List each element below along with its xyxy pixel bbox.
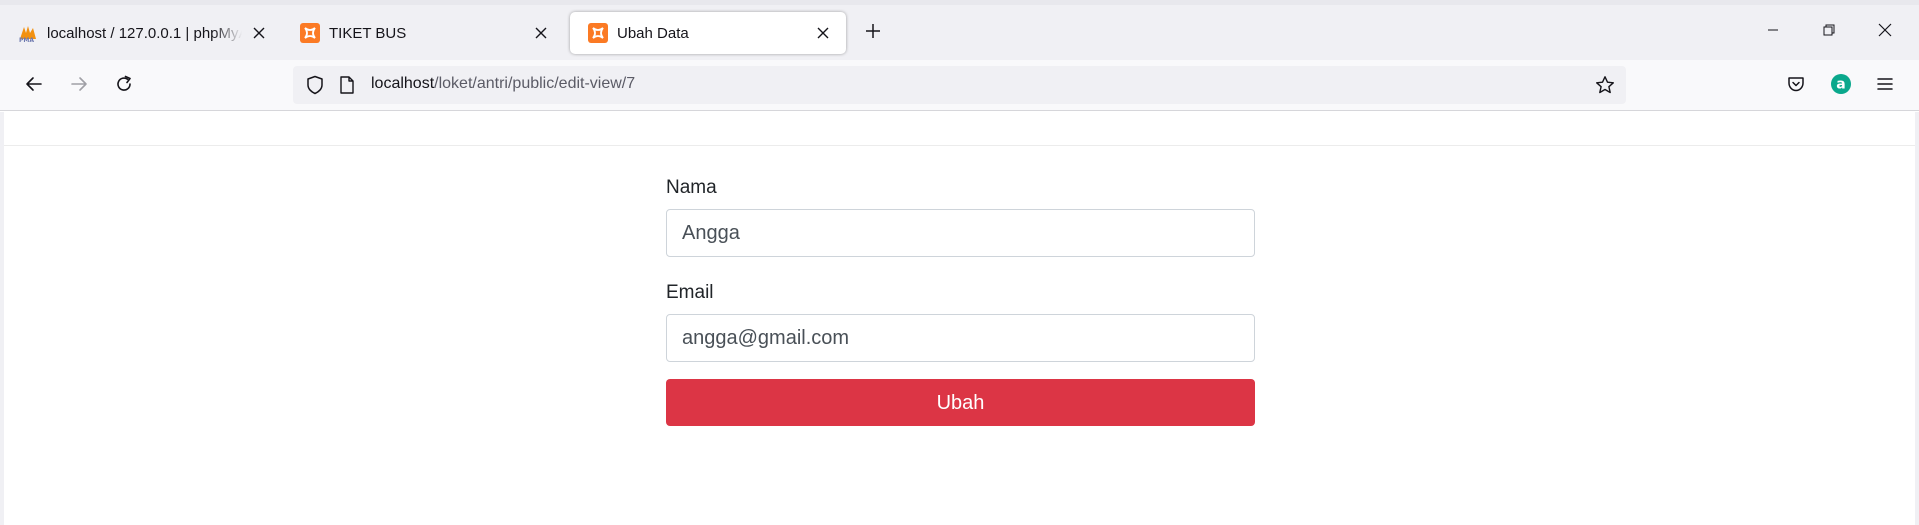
url-text[interactable]: localhost/loket/antri/public/edit-view/7 <box>371 75 635 93</box>
navigation-toolbar: localhost/loket/antri/public/edit-view/7… <box>0 60 1919 111</box>
pocket-button[interactable] <box>1780 70 1812 102</box>
reload-button[interactable] <box>108 70 140 102</box>
reload-icon <box>115 75 133 98</box>
phpmyadmin-icon: PMA <box>18 23 38 43</box>
restore-button[interactable] <box>1806 14 1852 50</box>
forward-button[interactable] <box>63 70 95 102</box>
window-border-right <box>1915 112 1919 525</box>
tab-strip-border <box>0 0 1919 5</box>
menu-button[interactable] <box>1869 70 1901 102</box>
tab-title: Ubah Data <box>617 24 689 42</box>
page-icon[interactable] <box>337 75 357 95</box>
nama-input[interactable] <box>666 209 1255 257</box>
hamburger-menu-icon <box>1876 76 1894 97</box>
close-window-button[interactable] <box>1862 14 1908 50</box>
minimize-button[interactable] <box>1750 14 1796 50</box>
close-icon[interactable] <box>530 22 552 44</box>
plus-icon <box>865 23 881 44</box>
extension-a-icon: a <box>1830 73 1852 100</box>
restore-icon <box>1823 23 1835 41</box>
svg-text:PMA: PMA <box>19 37 34 43</box>
url-host: localhost <box>371 75 435 92</box>
tab-ubah-data[interactable]: Ubah Data <box>570 12 846 54</box>
page-header-divider <box>4 145 1915 146</box>
xampp-icon <box>588 23 608 43</box>
nama-group: Nama <box>666 174 1258 257</box>
close-icon[interactable] <box>248 22 270 44</box>
tab-tiket-bus[interactable]: TIKET BUS <box>282 12 564 54</box>
page-content: Nama Email Ubah <box>4 112 1915 525</box>
close-icon <box>1878 23 1892 42</box>
forward-arrow-icon <box>70 75 88 98</box>
url-bar[interactable]: localhost/loket/antri/public/edit-view/7 <box>293 66 1626 104</box>
email-group: Email <box>666 279 1258 362</box>
tab-title: localhost / 127.0.0.1 | phpMyAdmin <box>47 24 242 42</box>
back-arrow-icon <box>25 75 43 98</box>
tab-strip: PMA localhost / 127.0.0.1 | phpMyAdmin T… <box>0 0 1919 60</box>
close-icon[interactable] <box>812 22 834 44</box>
xampp-icon <box>300 23 320 43</box>
tab-title: TIKET BUS <box>329 24 407 42</box>
nama-label: Nama <box>666 177 717 198</box>
new-tab-button[interactable] <box>858 18 888 48</box>
pocket-icon <box>1787 75 1805 98</box>
shield-icon[interactable] <box>305 75 325 95</box>
tab-phpmyadmin[interactable]: PMA localhost / 127.0.0.1 | phpMyAdmin <box>0 12 282 54</box>
minimize-icon <box>1767 23 1779 41</box>
bookmark-star-icon[interactable] <box>1595 75 1615 95</box>
email-input[interactable] <box>666 314 1255 362</box>
extension-button[interactable]: a <box>1825 70 1857 102</box>
email-label: Email <box>666 282 714 303</box>
back-button[interactable] <box>18 70 50 102</box>
svg-text:a: a <box>1836 76 1845 92</box>
url-path: /loket/antri/public/edit-view/7 <box>434 75 636 92</box>
edit-form: Nama Email Ubah <box>666 174 1258 426</box>
ubah-button[interactable]: Ubah <box>666 379 1255 426</box>
